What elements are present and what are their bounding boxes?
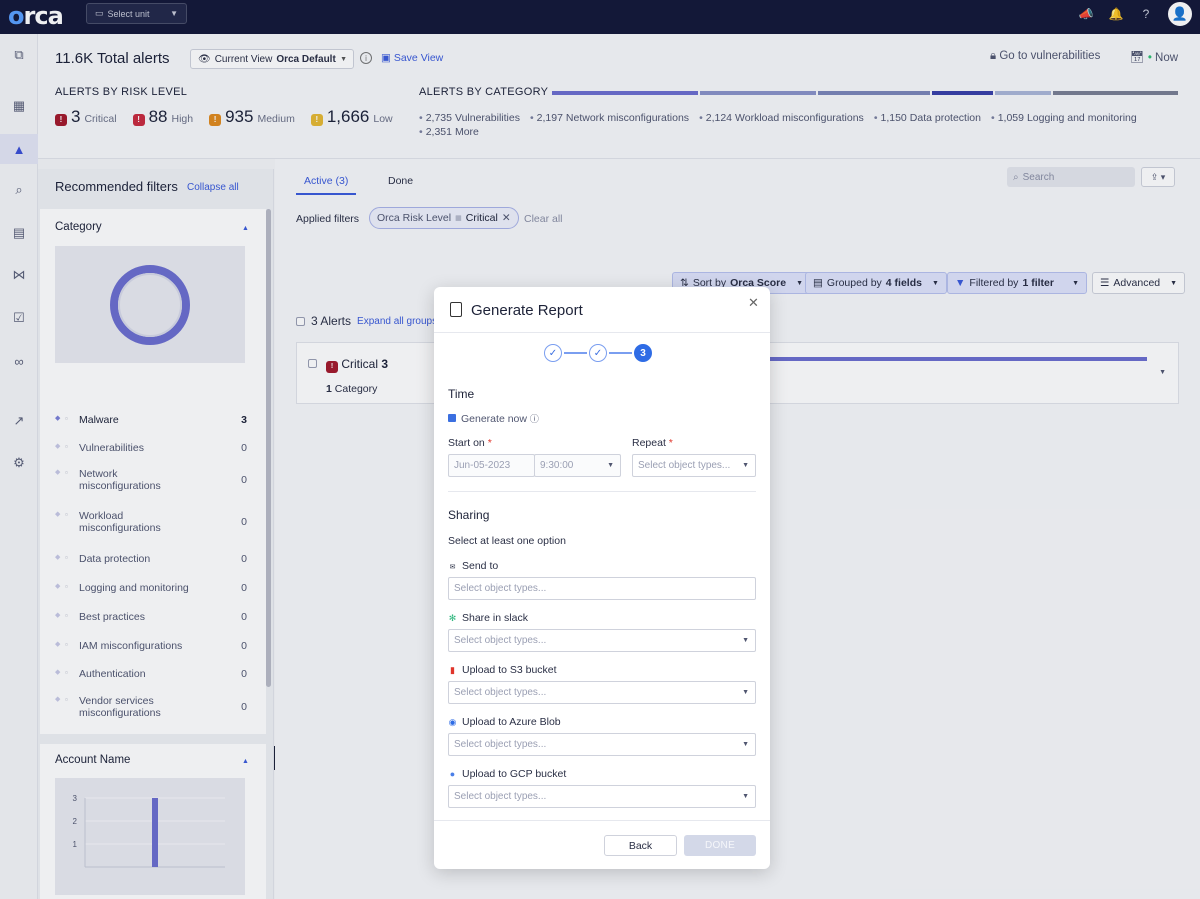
stepper: ✓ ✓ 3 [544,344,652,362]
step-connector [564,352,587,354]
s3-select[interactable]: Select object types... ▼ [448,681,756,704]
step-1[interactable]: ✓ [544,344,562,362]
slack-text: Share in slack [462,612,528,624]
email-icon: ✉ [449,564,456,571]
sharing-hint: Select at least one option [448,535,566,547]
start-on-text: Start on [448,437,485,449]
chevron-down-icon: ▼ [742,462,749,469]
slack-label: ✻ Share in slack [448,612,528,624]
chevron-down-icon: ▼ [742,793,749,800]
gcp-placeholder: Select object types... [454,791,547,802]
back-button[interactable]: Back [604,835,677,856]
chevron-down-icon: ▼ [742,741,749,748]
chevron-down-icon: ▼ [742,689,749,696]
repeat-label: Repeat * [632,437,673,449]
gcp-text: Upload to GCP bucket [462,768,567,780]
generate-report-modal: Generate Report ✕ ✓ ✓ 3 Time Generate no… [434,287,770,869]
generate-now-label: Generate now ⓘ [461,412,539,425]
divider [434,332,770,333]
azure-placeholder: Select object types... [454,739,547,750]
send-to-label: ✉ Send to [448,560,499,572]
step-3[interactable]: 3 [634,344,652,362]
start-time-select[interactable]: 9:30:00 ▼ [534,454,621,477]
repeat-placeholder: Select object types... [638,460,731,471]
generate-now-checkbox[interactable] [448,414,456,422]
start-on-label: Start on * [448,437,492,449]
start-time-value: 9:30:00 [540,460,574,471]
azure-label: ◉ Upload to Azure Blob [448,716,561,728]
step-2[interactable]: ✓ [589,344,607,362]
chevron-down-icon: ▼ [742,637,749,644]
start-date-input[interactable]: Jun-05-2023 [448,454,535,477]
gcp-icon: ● [449,769,456,779]
required-icon: * [487,437,492,449]
chevron-down-icon: ▼ [607,462,614,469]
gcp-select[interactable]: Select object types... ▼ [448,785,756,808]
generate-now-text: Generate now [461,413,527,425]
s3-placeholder: Select object types... [454,687,547,698]
slack-placeholder: Select object types... [454,635,547,646]
time-heading: Time [448,387,475,401]
s3-bucket-icon: ▮ [450,665,455,675]
slack-select[interactable]: Select object types... ▼ [448,629,756,652]
step-connector [609,352,632,354]
azure-icon: ◉ [448,717,457,727]
close-icon[interactable]: ✕ [748,295,759,311]
repeat-text: Repeat [632,437,666,449]
send-to-input[interactable]: Select object types... [448,577,756,600]
s3-text: Upload to S3 bucket [462,664,557,676]
divider [434,820,770,821]
required-icon: * [668,437,673,449]
gcp-label: ● Upload to GCP bucket [448,768,567,780]
sharing-heading: Sharing [448,508,490,522]
send-to-text: Send to [462,560,499,572]
done-button[interactable]: DONE [684,835,756,856]
slack-icon: ✻ [448,613,457,623]
modal-title: Generate Report [471,302,583,319]
divider [448,491,756,492]
document-icon [450,302,462,317]
azure-text: Upload to Azure Blob [462,716,561,728]
repeat-select[interactable]: Select object types... ▼ [632,454,756,477]
azure-select[interactable]: Select object types... ▼ [448,733,756,756]
s3-label: ▮ Upload to S3 bucket [448,664,557,676]
info-icon[interactable]: ⓘ [530,414,539,424]
